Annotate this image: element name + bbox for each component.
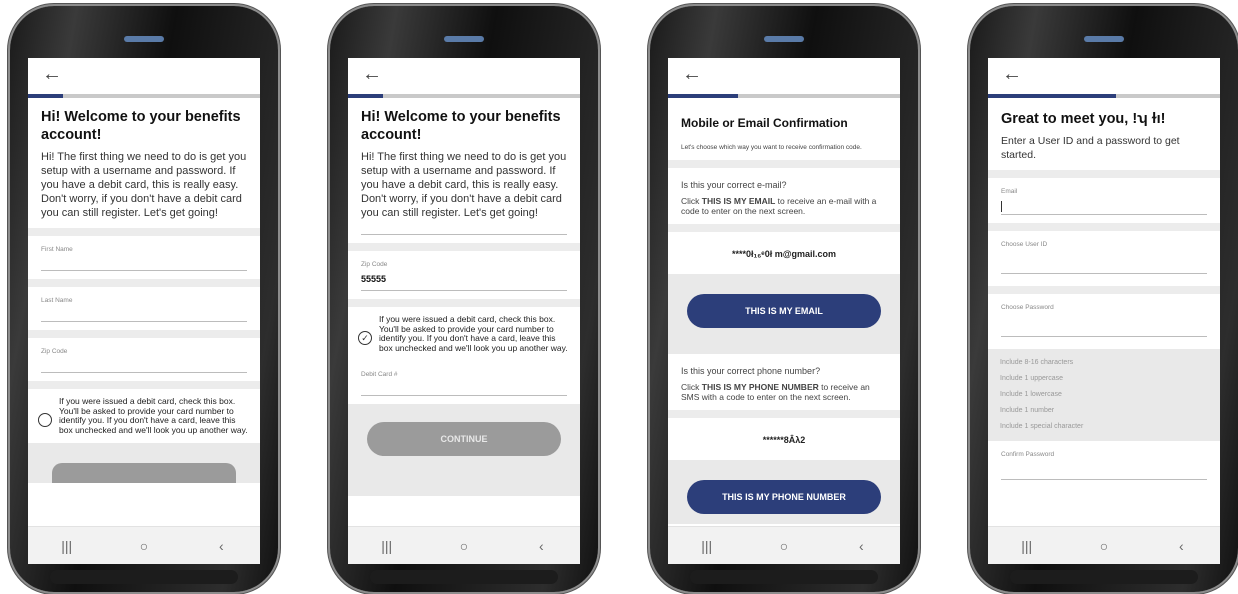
text-cursor xyxy=(1001,201,1002,212)
confirm-password-field[interactable]: Confirm Password xyxy=(988,441,1220,488)
email-label: Email xyxy=(1001,188,1018,195)
this-is-my-phone-button[interactable]: THIS IS MY PHONE NUMBER xyxy=(687,480,881,514)
screen-create-login: ← Great to meet you, !ʮ ɫı! Enter a User… xyxy=(988,58,1220,564)
android-nav-bar: ||| ○ ‹ xyxy=(28,526,260,564)
recent-apps-icon[interactable]: ||| xyxy=(1012,538,1042,554)
page-title: Mobile or Email Confirmation xyxy=(681,116,848,130)
debit-card-text: If you were issued a debit card, check t… xyxy=(59,396,248,435)
subtitle: Let's choose which way you want to recei… xyxy=(681,144,862,151)
speaker xyxy=(1084,36,1124,42)
user-id-label: Choose User ID xyxy=(1001,241,1048,248)
rule-item: Include 8-16 characters xyxy=(1000,359,1074,366)
continue-button[interactable] xyxy=(52,463,236,483)
back-arrow-icon[interactable]: ← xyxy=(362,64,382,84)
rule-item: Include 1 special character xyxy=(1000,423,1084,430)
checkbox-checked-icon[interactable]: ✓ xyxy=(358,331,372,345)
zip-code-value: 55555 xyxy=(361,274,387,284)
home-icon[interactable]: ○ xyxy=(1089,538,1119,554)
screen-debit-card: ← Hi! Welcome to your benefits account! … xyxy=(348,58,580,564)
page-title: Hi! Welcome to your benefits account! xyxy=(41,109,241,143)
this-is-my-email-button[interactable]: THIS IS MY EMAIL xyxy=(687,294,881,328)
recent-apps-icon[interactable]: ||| xyxy=(372,538,402,554)
user-id-field[interactable]: Choose User ID xyxy=(988,231,1220,286)
speaker xyxy=(444,36,484,42)
back-arrow-icon[interactable]: ← xyxy=(42,64,62,84)
phone-instructions: Click THIS IS MY PHONE NUMBER to receive… xyxy=(681,382,870,402)
screen-welcome: ← Hi! Welcome to your benefits account! … xyxy=(28,58,260,564)
speaker xyxy=(764,36,804,42)
phone-4: ← Great to meet you, !ʮ ɫı! Enter a User… xyxy=(970,6,1238,592)
debit-card-checkbox-row[interactable]: ✓ If you were issued a debit card, check… xyxy=(348,307,580,361)
debit-card-label: Debit Card # xyxy=(361,371,398,378)
phone-question: Is this your correct phone number? xyxy=(681,366,821,376)
phone-value: ******8Âλ2 xyxy=(762,435,806,445)
speaker xyxy=(124,36,164,42)
screen-confirmation: ← Mobile or Email Confirmation Let's cho… xyxy=(668,58,900,564)
back-nav-icon[interactable]: ‹ xyxy=(526,538,556,554)
last-name-field[interactable]: Last Name xyxy=(28,287,260,330)
debit-card-text: If you were issued a debit card, check t… xyxy=(379,314,568,353)
phone-3: ← Mobile or Email Confirmation Let's cho… xyxy=(650,6,918,592)
back-arrow-icon[interactable]: ← xyxy=(1002,64,1022,84)
back-nav-icon[interactable]: ‹ xyxy=(206,538,236,554)
rule-item: Include 1 lowercase xyxy=(1000,391,1062,398)
password-rules: Include 8-16 characters Include 1 upperc… xyxy=(988,349,1220,441)
back-arrow-icon[interactable]: ← xyxy=(682,64,702,84)
password-label: Choose Password xyxy=(1001,304,1054,311)
home-icon[interactable]: ○ xyxy=(129,538,159,554)
checkbox-unchecked-icon[interactable] xyxy=(38,413,52,427)
rule-item: Include 1 uppercase xyxy=(1000,375,1064,382)
first-name-label: First Name xyxy=(41,246,73,253)
back-nav-icon[interactable]: ‹ xyxy=(1166,538,1196,554)
debit-card-checkbox-row[interactable]: If you were issued a debit card, check t… xyxy=(28,389,260,443)
home-icon[interactable]: ○ xyxy=(769,538,799,554)
email-field[interactable]: Email xyxy=(988,178,1220,223)
first-name-field[interactable]: First Name xyxy=(28,236,260,279)
last-name-label: Last Name xyxy=(41,297,73,304)
android-nav-bar: ||| ○ ‹ xyxy=(988,526,1220,564)
intro-text: Hi! The first thing we need to do is get… xyxy=(41,151,247,219)
phone-1: ← Hi! Welcome to your benefits account! … xyxy=(10,6,278,592)
recent-apps-icon[interactable]: ||| xyxy=(52,538,82,554)
password-field[interactable]: Choose Password xyxy=(988,294,1220,349)
debit-card-field[interactable]: Debit Card # xyxy=(348,361,580,404)
recent-apps-icon[interactable]: ||| xyxy=(692,538,722,554)
rule-item: Include 1 number xyxy=(1000,407,1055,414)
zip-code-label: Zip Code xyxy=(41,348,68,355)
subtitle: Enter a User ID and a password to get st… xyxy=(1001,135,1180,161)
email-value: ****0ł₁₆ᵉ0ł m@gmail.com xyxy=(731,249,836,259)
home-icon[interactable]: ○ xyxy=(449,538,479,554)
email-question: Is this your correct e-mail? xyxy=(681,180,787,190)
back-nav-icon[interactable]: ‹ xyxy=(846,538,876,554)
email-instructions: Click THIS IS MY EMAIL to receive an e-m… xyxy=(681,196,877,216)
intro-text: Hi! The first thing we need to do is get… xyxy=(361,151,567,219)
zip-code-label: Zip Code xyxy=(361,261,388,268)
phone-2: ← Hi! Welcome to your benefits account! … xyxy=(330,6,598,592)
page-title: Hi! Welcome to your benefits account! xyxy=(361,109,561,143)
zip-code-field[interactable]: Zip Code 55555 xyxy=(348,251,580,299)
android-nav-bar: ||| ○ ‹ xyxy=(348,526,580,564)
confirm-password-label: Confirm Password xyxy=(1001,451,1055,458)
zip-code-field[interactable]: Zip Code xyxy=(28,338,260,381)
continue-button[interactable]: CONTINUE xyxy=(367,422,561,456)
page-title: Great to meet you, !ʮ ɫı! xyxy=(1001,111,1166,127)
android-nav-bar: ||| ○ ‹ xyxy=(668,526,900,564)
